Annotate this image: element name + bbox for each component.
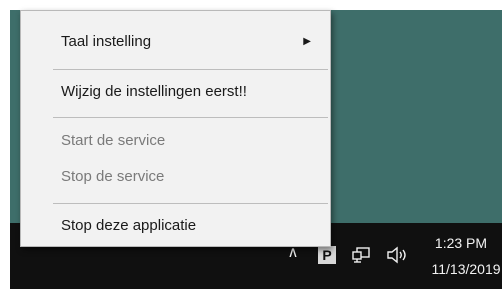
menu-item-label: Wijzig de instellingen eerst!! <box>61 83 247 100</box>
screen: ∧ P 1:23 PM 11/13/2019 Taal instelling ▶… <box>0 0 502 289</box>
taskbar-clock[interactable]: 1:23 PM 11/13/2019 <box>420 233 502 281</box>
menu-item-stop-applicatie[interactable]: Stop deze applicatie <box>61 209 321 243</box>
menu-item-label: Stop de service <box>61 168 165 185</box>
menu-item-taal-instelling[interactable]: Taal instelling ▶ <box>61 25 321 59</box>
menu-item-stop-service[interactable]: Stop de service <box>61 160 321 194</box>
app-p-icon[interactable]: P <box>318 246 336 264</box>
menu-item-label: Taal instelling <box>61 33 152 50</box>
volume-icon[interactable] <box>386 246 410 264</box>
menu-separator <box>53 203 328 204</box>
menu-item-start-service[interactable]: Start de service <box>61 124 321 158</box>
submenu-arrow-icon: ▶ <box>303 36 311 47</box>
network-icon[interactable] <box>352 247 372 263</box>
clock-time: 1:23 PM <box>434 235 488 251</box>
menu-separator <box>53 69 328 70</box>
menu-item-label: Stop deze applicatie <box>61 217 197 234</box>
menu-item-label: Start de service <box>61 132 166 149</box>
menu-item-wijzig-instellingen[interactable]: Wijzig de instellingen eerst!! <box>61 75 321 109</box>
tray-context-menu: Taal instelling ▶ Wijzig de instellingen… <box>20 10 331 247</box>
clock-date: 11/13/2019 <box>431 261 501 277</box>
menu-separator <box>53 117 328 118</box>
